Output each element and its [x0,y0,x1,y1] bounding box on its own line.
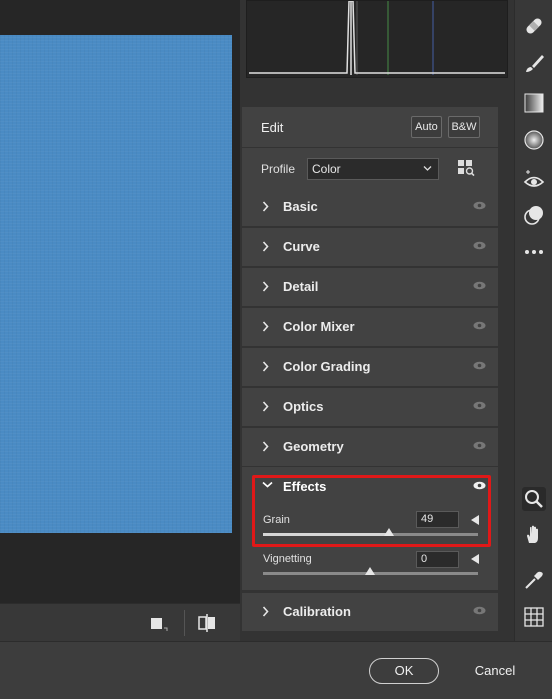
section-optics[interactable]: Optics [242,388,498,426]
profile-dropdown[interactable]: Color [307,158,439,180]
chevron-right-icon [262,321,269,332]
eye-icon[interactable] [473,361,486,370]
brush-icon[interactable] [522,52,546,76]
eye-icon[interactable] [473,606,486,615]
section-basic[interactable]: Basic [242,188,498,226]
before-after-icon[interactable] [196,612,218,634]
radial-filter-icon[interactable] [522,128,546,152]
eye-icon[interactable] [473,241,486,250]
section-label: Optics [283,399,324,414]
dialog-footer: OK Cancel [0,641,552,699]
hand-icon[interactable] [522,523,546,547]
section-color-mixer[interactable]: Color Mixer [242,308,498,346]
eye-icon[interactable] [473,321,486,330]
view-mode-icon[interactable] [148,612,170,634]
vignetting-value-field[interactable]: 0 [416,551,459,568]
vignetting-reset-arrow[interactable] [471,554,479,564]
image-canvas [0,0,240,603]
section-label: Color Grading [283,359,371,374]
vignetting-label: Vignetting [263,553,312,565]
presets-icon[interactable] [522,203,546,227]
chevron-down-icon [423,166,432,171]
section-color-grading[interactable]: Color Grading [242,348,498,386]
effects-highlight-annotation [252,475,491,547]
grid-icon[interactable] [522,605,546,629]
eye-icon[interactable] [473,201,486,210]
section-label: Color Mixer [283,319,355,334]
eye-icon[interactable] [473,281,486,290]
zoom-icon[interactable] [522,487,546,511]
black-white-button[interactable]: B&W [448,116,480,138]
auto-button[interactable]: Auto [411,116,442,138]
profile-row: Profile Color [242,148,498,188]
section-geometry[interactable]: Geometry [242,428,498,466]
profile-label: Profile [261,162,296,176]
chevron-right-icon [262,201,269,212]
section-label: Curve [283,239,320,254]
edit-title: Edit [261,120,284,135]
histogram [246,0,508,78]
eye-icon[interactable] [473,441,486,450]
chevron-right-icon [262,441,269,452]
section-label: Geometry [283,439,344,454]
ok-button[interactable]: OK [369,658,439,684]
vignetting-slider[interactable] [263,567,478,575]
vignetting-slider-thumb[interactable] [365,567,375,575]
healing-bandage-icon[interactable] [522,14,546,38]
toolbar-divider [184,610,185,636]
gradient-icon[interactable] [522,91,546,115]
eye-icon[interactable] [473,401,486,410]
section-detail[interactable]: Detail [242,268,498,306]
more-icon[interactable] [522,240,546,264]
eyedropper-icon[interactable] [522,568,546,592]
chevron-right-icon [262,606,269,617]
profile-browser-icon[interactable] [457,159,475,177]
image-preview[interactable] [0,35,232,533]
chevron-right-icon [262,361,269,372]
chevron-right-icon [262,281,269,292]
profile-value: Color [312,162,341,176]
canvas-toolbar [0,603,240,641]
section-label: Basic [283,199,318,214]
section-curve[interactable]: Curve [242,228,498,266]
chevron-right-icon [262,401,269,412]
section-label: Detail [283,279,319,294]
tool-strip [514,0,552,641]
section-calibration[interactable]: Calibration [242,593,498,631]
edit-header: Edit Auto B&W [242,107,498,147]
chevron-right-icon [262,241,269,252]
red-eye-icon[interactable] [522,168,546,192]
cancel-button[interactable]: Cancel [466,658,524,684]
section-label: Calibration [283,604,351,619]
